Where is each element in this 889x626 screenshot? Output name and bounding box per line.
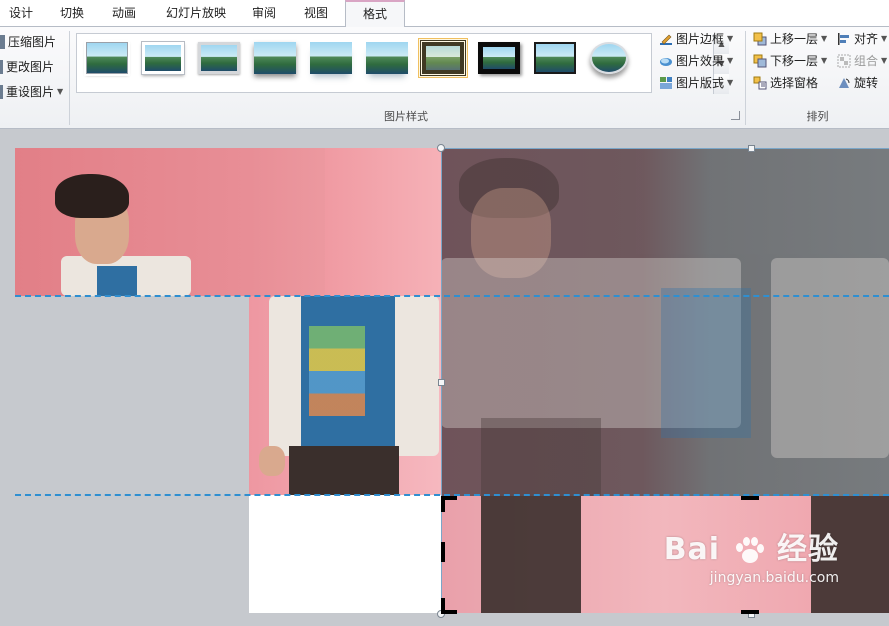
align-icon (837, 32, 851, 46)
chevron-down-icon: ▼ (727, 78, 734, 87)
chevron-down-icon: ▼ (727, 56, 734, 65)
picture-effects-label: 图片效果 (676, 54, 725, 68)
picture-styles-group-label: 图片样式 (384, 110, 428, 123)
watermark-url: jingyan.baidu.com (709, 570, 839, 586)
reset-label: 重设图片 (6, 85, 55, 99)
chevron-down-icon: ▼ (821, 34, 828, 43)
slide-editing-area[interactable]: Bai 经验 jingyan.baidu.com (0, 130, 889, 626)
dialog-launcher-icon[interactable] (731, 111, 740, 120)
reset-picture-icon (0, 85, 3, 99)
ribbon-tab-bar: 设计 切换 动画 幻灯片放映 审阅 视图 格式 (0, 0, 889, 28)
arrange-group-label: 排列 (806, 110, 829, 123)
resize-handle-top[interactable] (748, 145, 755, 152)
align-label: 对齐 (854, 32, 879, 46)
style-soft-edge-rectangle[interactable] (142, 42, 184, 74)
group-separator (69, 31, 70, 125)
ribbon-format: 压缩图片 更改图片 重设图片 ▼ ▲ ▼ ▾ 图片边框 ▼ 图片效果 ▼ 图片版… (0, 27, 889, 129)
picture-effects-button[interactable]: 图片效果 ▼ (659, 51, 733, 71)
tab-slideshow[interactable]: 幻灯片放映 (156, 0, 236, 27)
picture-layout-button[interactable]: 图片版式 ▼ (659, 73, 733, 93)
selection-pane-button[interactable]: 选择窗格 (753, 73, 818, 93)
baidu-jingyan-watermark: Bai 经验 jingyan.baidu.com (664, 524, 839, 586)
hair (55, 174, 129, 218)
style-thick-black-frame[interactable] (418, 38, 468, 78)
send-backward-label: 下移一层 (770, 54, 819, 68)
pencil-border-icon (659, 32, 673, 46)
tab-view[interactable]: 视图 (292, 0, 340, 27)
watermark-brand: Bai (663, 532, 721, 567)
send-backward-icon (753, 54, 767, 68)
picture-border-label: 图片边框 (676, 32, 725, 46)
chevron-down-icon: ▼ (881, 34, 888, 43)
tab-review[interactable]: 审阅 (240, 0, 288, 27)
crop-handle-left[interactable] (441, 542, 445, 562)
slide-blank-area (249, 495, 441, 613)
style-drop-shadow-rectangle[interactable] (254, 42, 296, 74)
send-backward-button[interactable]: 下移一层 ▼ (753, 51, 827, 71)
resize-handle-top-left[interactable] (437, 144, 445, 152)
watermark-brand-cn: 经验 (777, 532, 839, 567)
effects-icon (659, 54, 673, 68)
rotate-icon (837, 76, 851, 90)
picture-being-cropped-overlay[interactable] (441, 148, 889, 496)
tab-format[interactable]: 格式 (345, 0, 405, 28)
reset-picture-button[interactable]: 重设图片 ▼ (0, 82, 63, 102)
chevron-down-icon: ▼ (821, 56, 828, 65)
picture-styles-gallery: ▲ ▼ ▾ (76, 33, 729, 94)
style-oval-soft-shadow[interactable] (590, 42, 628, 74)
group-icon (837, 54, 851, 68)
picture-layout-label: 图片版式 (676, 76, 725, 90)
change-picture-icon (0, 60, 3, 74)
style-simple-frame-gray[interactable] (198, 42, 240, 74)
picture-middle[interactable] (249, 296, 441, 495)
compress-icon (0, 35, 5, 49)
chevron-down-icon: ▼ (881, 56, 888, 65)
selection-pane-label: 选择窗格 (770, 76, 819, 90)
chevron-down-icon: ▼ (57, 87, 64, 96)
style-simple-frame-white[interactable] (86, 42, 128, 74)
group-button[interactable]: 组合 ▼ (837, 51, 887, 71)
layout-icon (659, 76, 673, 90)
change-label: 更改图片 (6, 60, 55, 74)
tab-animations[interactable]: 动画 (100, 0, 148, 27)
style-reflected-rectangle[interactable] (366, 42, 408, 74)
crop-handle-bottom[interactable] (741, 610, 759, 614)
align-button[interactable]: 对齐 ▼ (837, 29, 887, 49)
resize-handle-left[interactable] (438, 379, 445, 386)
bring-forward-button[interactable]: 上移一层 ▼ (753, 29, 827, 49)
selection-pane-icon (753, 76, 767, 90)
group-label: 组合 (854, 54, 879, 68)
bring-forward-icon (753, 32, 767, 46)
rotate-label: 旋转 (854, 76, 879, 90)
guide-line-top (15, 295, 889, 297)
compress-pictures-button[interactable]: 压缩图片 (0, 32, 56, 52)
picture-border-button[interactable]: 图片边框 ▼ (659, 29, 733, 49)
crop-handle-top-left[interactable] (441, 496, 457, 512)
style-reflected-rounded[interactable] (310, 42, 352, 74)
crop-handle-top[interactable] (741, 496, 759, 500)
tab-design[interactable]: 设计 (0, 0, 42, 27)
crop-handle-bottom-left[interactable] (441, 598, 457, 614)
selection-border-top (441, 148, 889, 149)
compress-label: 压缩图片 (8, 35, 57, 49)
style-black-matte-frame[interactable] (478, 42, 520, 74)
paw-logo-icon (734, 536, 764, 565)
style-thin-black-frame[interactable] (534, 42, 576, 74)
rotate-button[interactable]: 旋转 (837, 73, 878, 93)
tab-transitions[interactable]: 切换 (48, 0, 96, 27)
change-picture-button[interactable]: 更改图片 (0, 57, 54, 77)
bring-forward-label: 上移一层 (770, 32, 819, 46)
picture-top-left[interactable] (15, 148, 441, 296)
chevron-down-icon: ▼ (727, 34, 734, 43)
